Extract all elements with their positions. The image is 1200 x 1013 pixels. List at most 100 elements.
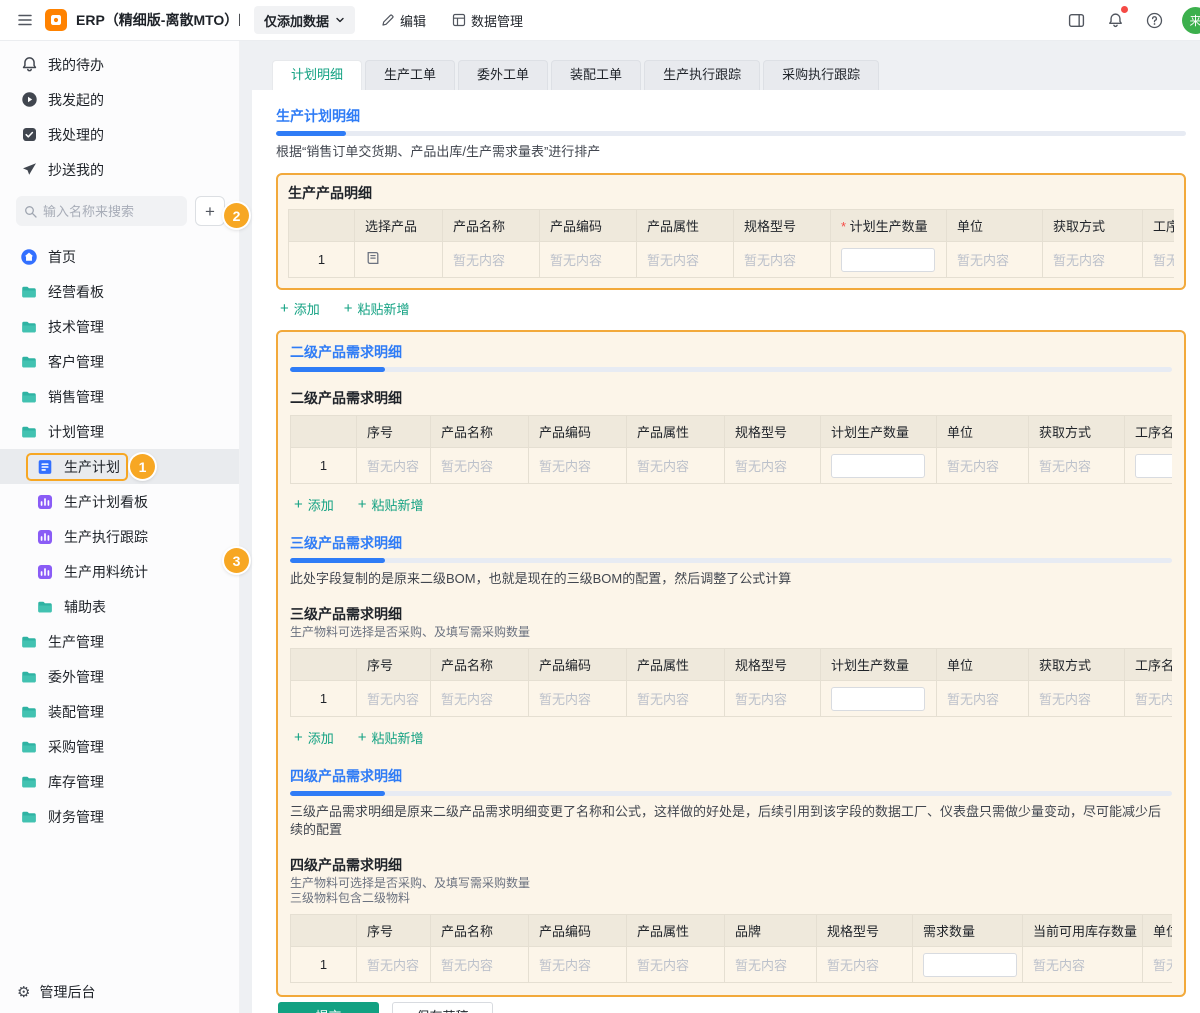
sidebar-item-my-todo[interactable]: 我的待办	[0, 47, 239, 82]
cell-empty-placeholder: 暂无内容	[1029, 448, 1125, 484]
search-input[interactable]	[43, 204, 179, 219]
section-link-level4[interactable]: 四级产品需求明细	[290, 768, 402, 784]
sidebar-item-business-board[interactable]: 经营看板	[0, 274, 239, 309]
sidebar-item-label: 我的待办	[48, 55, 104, 75]
sidebar-item-tech-mgmt[interactable]: 技术管理	[0, 309, 239, 344]
cell-empty-placeholder: 暂无内容	[725, 947, 817, 983]
sidebar-item-plan-mgmt[interactable]: 计划管理	[0, 414, 239, 449]
sidebar-item-label: 生产计划看板	[64, 492, 148, 512]
sidebar-item-label: 我处理的	[48, 125, 104, 145]
collapse-sidebar-icon[interactable]	[14, 9, 36, 31]
number-input[interactable]	[923, 953, 1017, 977]
column-header: 需求数量	[913, 915, 1023, 947]
sidebar-item-inventory-mgmt[interactable]: 库存管理	[0, 764, 239, 799]
cell-empty-placeholder: 暂无内容	[1143, 242, 1175, 278]
column-header: 产品属性	[627, 915, 725, 947]
section-link-plan-detail[interactable]: 生产计划明细	[276, 108, 360, 124]
sidebar-item-production-exec-tracking[interactable]: 生产执行跟踪	[0, 519, 239, 554]
topbar-right: 来	[1065, 7, 1200, 34]
sidebar-item-label: 计划管理	[48, 422, 104, 442]
number-input[interactable]	[841, 248, 935, 272]
add-row-button[interactable]: +添加	[294, 495, 334, 514]
doc-icon	[36, 458, 54, 476]
subform-table: 序号产品名称产品编码产品属性品牌规格型号需求数量当前可用库存数量单位1暂无内容暂…	[290, 914, 1172, 983]
level3-description: 此处字段复制的是原来二级BOM，也就是现在的三级BOM的配置，然后调整了公式计算	[290, 570, 1172, 588]
submit-button[interactable]: 提交	[278, 1002, 379, 1013]
add-row-button[interactable]: +添加	[294, 728, 334, 747]
folder-icon	[20, 388, 38, 406]
cell-empty-placeholder: 暂无内容	[734, 242, 831, 278]
sidebar-item-finance-mgmt[interactable]: 财务管理	[0, 799, 239, 834]
cell-empty-placeholder: 暂无内容	[540, 242, 637, 278]
send-icon	[20, 161, 38, 179]
notification-bell-icon[interactable]	[1104, 9, 1126, 31]
edit-button[interactable]: 编辑	[381, 11, 426, 30]
sidebar-item-label: 采购管理	[48, 737, 104, 757]
add-only-mode-button[interactable]: 仅添加数据	[254, 6, 355, 34]
tab-2[interactable]: 生产工单	[365, 60, 455, 90]
paste-add-button[interactable]: +粘贴新增	[358, 728, 424, 747]
folder-icon	[20, 738, 38, 756]
subform-table-wrap: 序号产品名称产品编码产品属性品牌规格型号需求数量当前可用库存数量单位1暂无内容暂…	[290, 914, 1172, 983]
topbar-actions: 仅添加数据 编辑 数据管理	[240, 6, 523, 34]
tab-5[interactable]: 生产执行跟踪	[644, 60, 760, 90]
admin-label: 管理后台	[39, 982, 95, 1002]
cell-empty-placeholder: 暂无内容	[529, 681, 627, 717]
cell-empty-placeholder: 暂无内容	[637, 242, 734, 278]
sidebar-item-sales-mgmt[interactable]: 销售管理	[0, 379, 239, 414]
sidebar-item-home[interactable]: 首页	[0, 239, 239, 274]
number-input[interactable]	[1135, 454, 1172, 478]
add-app-button[interactable]: +	[195, 196, 225, 226]
cell-empty-placeholder: 暂无内容	[1125, 681, 1173, 717]
search-box[interactable]	[16, 196, 187, 226]
cell-empty-placeholder: 暂无内容	[443, 242, 540, 278]
number-input[interactable]	[831, 687, 925, 711]
column-header: 产品名称	[431, 416, 529, 448]
sidebar-item-label: 委外管理	[48, 667, 104, 687]
help-icon[interactable]	[1143, 9, 1165, 31]
column-header: 产品属性	[627, 649, 725, 681]
sidebar-item-production-plan-board[interactable]: 生产计划看板	[0, 484, 239, 519]
paste-add-button[interactable]: +粘贴新增	[344, 299, 410, 318]
select-product-icon[interactable]	[365, 250, 381, 266]
folder-icon	[20, 773, 38, 791]
sidebar-item-production-plan[interactable]: 生产计划	[0, 449, 239, 484]
folder-icon	[20, 283, 38, 301]
tab-6[interactable]: 采购执行跟踪	[763, 60, 879, 90]
sidebar-item-aux-tables[interactable]: 辅助表	[0, 589, 239, 624]
annotation-badge-1: 1	[130, 454, 155, 479]
row-index: 1	[291, 681, 357, 717]
sidebar-item-outsourcing-mgmt[interactable]: 委外管理	[0, 659, 239, 694]
column-header: 计划生产数量	[821, 649, 937, 681]
data-manage-button[interactable]: 数据管理	[452, 11, 523, 30]
sidebar-item-production-mgmt[interactable]: 生产管理	[0, 624, 239, 659]
section-link-level2[interactable]: 二级产品需求明细	[290, 344, 402, 360]
app-logo-icon[interactable]	[45, 9, 67, 31]
task-icon	[20, 126, 38, 144]
sidebar-item-customer-mgmt[interactable]: 客户管理	[0, 344, 239, 379]
sidebar-item-admin[interactable]: ⚙ 管理后台	[0, 971, 239, 1013]
panel-toggle-icon[interactable]	[1065, 9, 1087, 31]
column-header: 单位	[947, 210, 1043, 242]
column-header: 产品名称	[431, 649, 529, 681]
sidebar-item-label: 辅助表	[64, 597, 106, 617]
folder-icon	[36, 598, 54, 616]
tab-3[interactable]: 委外工单	[458, 60, 548, 90]
sidebar-item-production-material-stats[interactable]: 生产用料统计	[0, 554, 239, 589]
sidebar-item-my-initiated[interactable]: 我发起的	[0, 82, 239, 117]
number-input[interactable]	[831, 454, 925, 478]
sidebar-item-cc-to-me[interactable]: 抄送我的	[0, 152, 239, 187]
sidebar-item-assembly-mgmt[interactable]: 装配管理	[0, 694, 239, 729]
annotation-badge-2: 2	[224, 203, 249, 228]
play-icon	[20, 91, 38, 109]
tab-4[interactable]: 装配工单	[551, 60, 641, 90]
sidebar-item-my-processed[interactable]: 我处理的	[0, 117, 239, 152]
save-draft-button[interactable]: 保存草稿	[392, 1002, 493, 1013]
sidebar-item-purchase-mgmt[interactable]: 采购管理	[0, 729, 239, 764]
sidebar-nav: 首页经营看板技术管理客户管理销售管理计划管理生产计划生产计划看板生产执行跟踪生产…	[0, 235, 239, 971]
user-avatar[interactable]: 来	[1182, 7, 1200, 34]
add-row-button[interactable]: +添加	[280, 299, 320, 318]
section-link-level3[interactable]: 三级产品需求明细	[290, 535, 402, 551]
paste-add-button[interactable]: +粘贴新增	[358, 495, 424, 514]
tab-1[interactable]: 计划明细	[272, 60, 362, 90]
